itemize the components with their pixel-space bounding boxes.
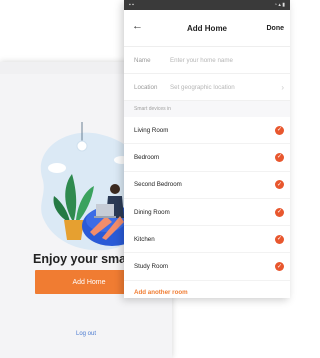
status-right-icons: ◔ ▴ ▮ bbox=[273, 2, 285, 8]
checkmark-icon[interactable]: ✓ bbox=[275, 180, 284, 190]
status-bar: ▪ ▪ ◔ ▴ ▮ bbox=[124, 0, 290, 10]
room-item-second-bedroom[interactable]: Second Bedroom ✓ bbox=[124, 172, 290, 199]
name-input[interactable]: Enter your home name bbox=[170, 57, 233, 64]
room-item-study-room[interactable]: Study Room ✓ bbox=[124, 253, 290, 281]
chevron-right-icon: › bbox=[281, 82, 284, 92]
room-label: Kitchen bbox=[134, 235, 155, 243]
checkmark-icon[interactable]: ✓ bbox=[275, 234, 284, 244]
room-item-bedroom[interactable]: Bedroom ✓ bbox=[124, 144, 290, 172]
room-item-living-room[interactable]: Living Room ✓ bbox=[124, 117, 290, 145]
room-label: Bedroom bbox=[134, 153, 160, 161]
room-item-dining-room[interactable]: Dining Room ✓ bbox=[124, 199, 290, 227]
room-label: Living Room bbox=[134, 126, 169, 134]
checkmark-icon[interactable]: ✓ bbox=[275, 207, 284, 217]
room-label: Study Room bbox=[134, 263, 169, 271]
add-another-room-link[interactable]: Add another room bbox=[124, 281, 290, 298]
status-left-icons: ▪ ▪ bbox=[129, 2, 134, 8]
add-home-screen: ▪ ▪ ◔ ▴ ▮ ← Add Home Done Name Enter you… bbox=[124, 0, 290, 298]
location-label: Location bbox=[134, 83, 158, 91]
navigation-bar: ← Add Home Done bbox=[124, 10, 290, 47]
checkmark-icon[interactable]: ✓ bbox=[275, 152, 284, 162]
location-field[interactable]: Location Set geographic location › bbox=[124, 74, 290, 101]
logout-link[interactable]: Log out bbox=[0, 331, 172, 337]
page-title: Add Home bbox=[187, 23, 227, 33]
checkmark-icon[interactable]: ✓ bbox=[275, 262, 284, 272]
done-button[interactable]: Done bbox=[267, 25, 285, 32]
room-label: Dining Room bbox=[134, 208, 170, 216]
room-label: Second Bedroom bbox=[134, 181, 182, 189]
name-field[interactable]: Name Enter your home name bbox=[124, 47, 290, 74]
name-label: Name bbox=[134, 56, 151, 64]
room-item-kitchen[interactable]: Kitchen ✓ bbox=[124, 226, 290, 254]
location-input[interactable]: Set geographic location bbox=[170, 84, 235, 91]
checkmark-icon[interactable]: ✓ bbox=[275, 125, 284, 135]
section-header: Smart devices in bbox=[124, 101, 290, 117]
